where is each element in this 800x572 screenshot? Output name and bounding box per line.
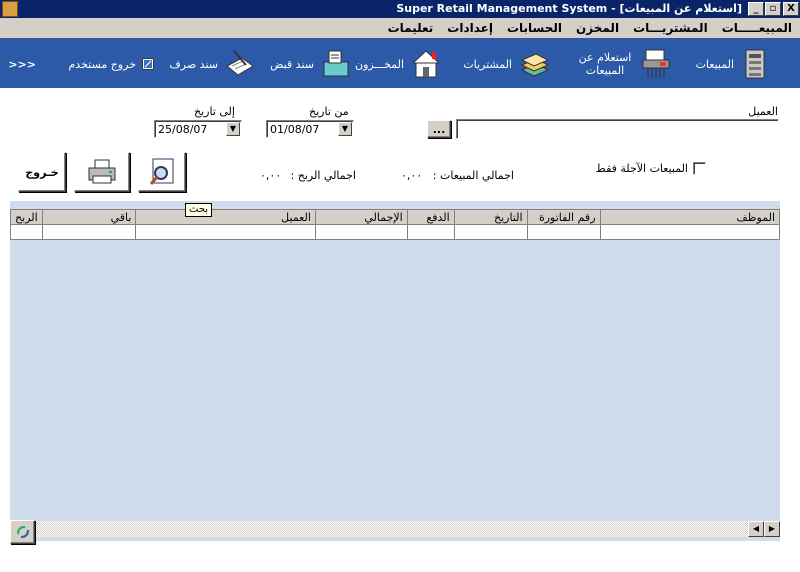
magnifier-document-icon: [149, 158, 174, 185]
horizontal-scrollbar[interactable]: ◀ ▶: [10, 521, 780, 537]
menu-sales[interactable]: المبيعـــــات: [722, 21, 792, 35]
customer-label: العميل: [748, 105, 778, 118]
refresh-button[interactable]: [10, 520, 35, 544]
stacked-books-icon: [518, 48, 548, 80]
toolbar-sales[interactable]: المبيعات: [696, 44, 770, 84]
table-cell[interactable]: [314, 224, 408, 240]
minimize-button[interactable]: _: [748, 2, 764, 16]
toolbar-sales-inquiry[interactable]: استعلام عن المبيعات: [576, 44, 670, 84]
scroll-right-arrow-icon[interactable]: ▶: [764, 521, 780, 537]
toolbar-inventory-label: المخـــزون: [355, 57, 404, 71]
toolbar-inventory[interactable]: المخـــزون: [355, 44, 440, 84]
dropdown-arrow-icon[interactable]: ▼: [338, 122, 352, 136]
deferred-only-label: المبيعات الآجلة فقط: [595, 162, 688, 175]
house-icon: [410, 48, 440, 80]
menu-bar: المبيعـــــات المشتريـــات المخزن الحساب…: [0, 18, 800, 38]
table-cell[interactable]: [599, 224, 780, 240]
menu-inventory[interactable]: المخزن: [576, 21, 619, 35]
browse-customer-button[interactable]: ...: [427, 120, 451, 138]
toolbar-logout-label: خروج مستخدم: [68, 57, 137, 71]
menu-accounts[interactable]: الحسابات: [507, 21, 562, 35]
toolbar-purchases[interactable]: المشتريات: [463, 44, 548, 84]
col-date[interactable]: التاريخ: [453, 209, 528, 225]
close-button[interactable]: X: [783, 2, 799, 16]
col-employee[interactable]: الموظف: [599, 209, 780, 225]
table-row[interactable]: [10, 224, 780, 240]
window-title: Super Retail Management System - [استعلا…: [396, 2, 742, 15]
toolbar-payment-voucher-label: سند صرف: [169, 57, 218, 71]
search-button[interactable]: [138, 152, 186, 192]
to-date-picker[interactable]: 25/08/07 ▼: [154, 120, 242, 138]
col-payment[interactable]: الدفع: [406, 209, 455, 225]
exit-button[interactable]: خـروج: [18, 152, 66, 192]
menu-help[interactable]: تعليمات: [388, 21, 434, 35]
dropdown-arrow-icon[interactable]: ▼: [226, 122, 240, 136]
to-date-value: 25/08/07: [158, 123, 208, 136]
logout-icon: [142, 58, 154, 70]
col-total[interactable]: الإجمالي: [314, 209, 408, 225]
cash-box-icon: [320, 48, 350, 80]
from-date-value: 01/08/07: [270, 123, 320, 136]
sales-inquiry-form: العميل ... من تاريخ 01/08/07 ▼ إلى تاريخ…: [0, 88, 800, 572]
deferred-only-checkbox[interactable]: [693, 162, 706, 175]
toolbar-receipt-voucher-label: سند قبض: [270, 57, 314, 71]
toolbar-logout[interactable]: خروج مستخدم: [68, 44, 154, 84]
col-invoice-number[interactable]: رقم الفاتورة: [526, 209, 601, 225]
col-customer[interactable]: العميل: [135, 209, 316, 225]
scroll-left-arrow-icon[interactable]: ◀: [748, 521, 764, 537]
table-cell[interactable]: [406, 224, 455, 240]
toolbar-sales-inquiry-label: استعلام عن المبيعات: [578, 51, 632, 77]
restore-button[interactable]: ▫: [765, 2, 781, 16]
menu-purchases[interactable]: المشتريـــات: [633, 21, 708, 35]
total-profit-label: اجمالي الربح :: [290, 169, 356, 182]
col-profit[interactable]: الربح: [10, 209, 43, 225]
shredder-icon: [640, 48, 670, 80]
table-cell[interactable]: [526, 224, 601, 240]
app-icon[interactable]: [2, 1, 18, 17]
toolbar-sales-label: المبيعات: [695, 57, 734, 71]
total-sales-label: اجمالي المبيعات :: [432, 169, 514, 182]
total-sales-value: ٠,٠٠: [401, 169, 423, 182]
printer-icon: [88, 159, 116, 184]
sales-grid[interactable]: الموظف رقم الفاتورة التاريخ الدفع الإجما…: [10, 201, 780, 541]
to-date-label: إلى تاريخ: [194, 105, 235, 118]
table-cell[interactable]: [135, 224, 316, 240]
toolbar-payment-voucher[interactable]: سند صرف: [169, 44, 254, 84]
more-chevrons-icon: <<<: [8, 57, 36, 71]
toolbar-more[interactable]: <<<: [8, 44, 36, 84]
customer-input[interactable]: [456, 119, 779, 139]
table-cell[interactable]: [41, 224, 137, 240]
menu-settings[interactable]: إعدادات: [447, 21, 493, 35]
search-tooltip: بحث: [185, 203, 213, 217]
from-date-label: من تاريخ: [309, 105, 349, 118]
toolbar-purchases-label: المشتريات: [463, 57, 512, 71]
table-cell[interactable]: [453, 224, 528, 240]
table-cell[interactable]: [10, 224, 43, 240]
title-bar: Super Retail Management System - [استعلا…: [0, 0, 800, 18]
total-profit-value: ٠,٠٠: [260, 169, 282, 182]
cash-register-icon: [740, 48, 770, 80]
sales-table: الموظف رقم الفاتورة التاريخ الدفع الإجما…: [10, 209, 780, 240]
from-date-picker[interactable]: 01/08/07 ▼: [266, 120, 354, 138]
refresh-arrows-icon: [16, 526, 29, 538]
toolbar: المبيعات استعلام عن المبيعات المشتريات ا…: [0, 38, 800, 88]
table-header-row: الموظف رقم الفاتورة التاريخ الدفع الإجما…: [10, 209, 780, 225]
print-button[interactable]: [74, 152, 130, 192]
notebook-pen-icon: [224, 48, 254, 80]
col-remaining[interactable]: باقي: [41, 209, 137, 225]
toolbar-receipt-voucher[interactable]: سند قبض: [270, 44, 350, 84]
